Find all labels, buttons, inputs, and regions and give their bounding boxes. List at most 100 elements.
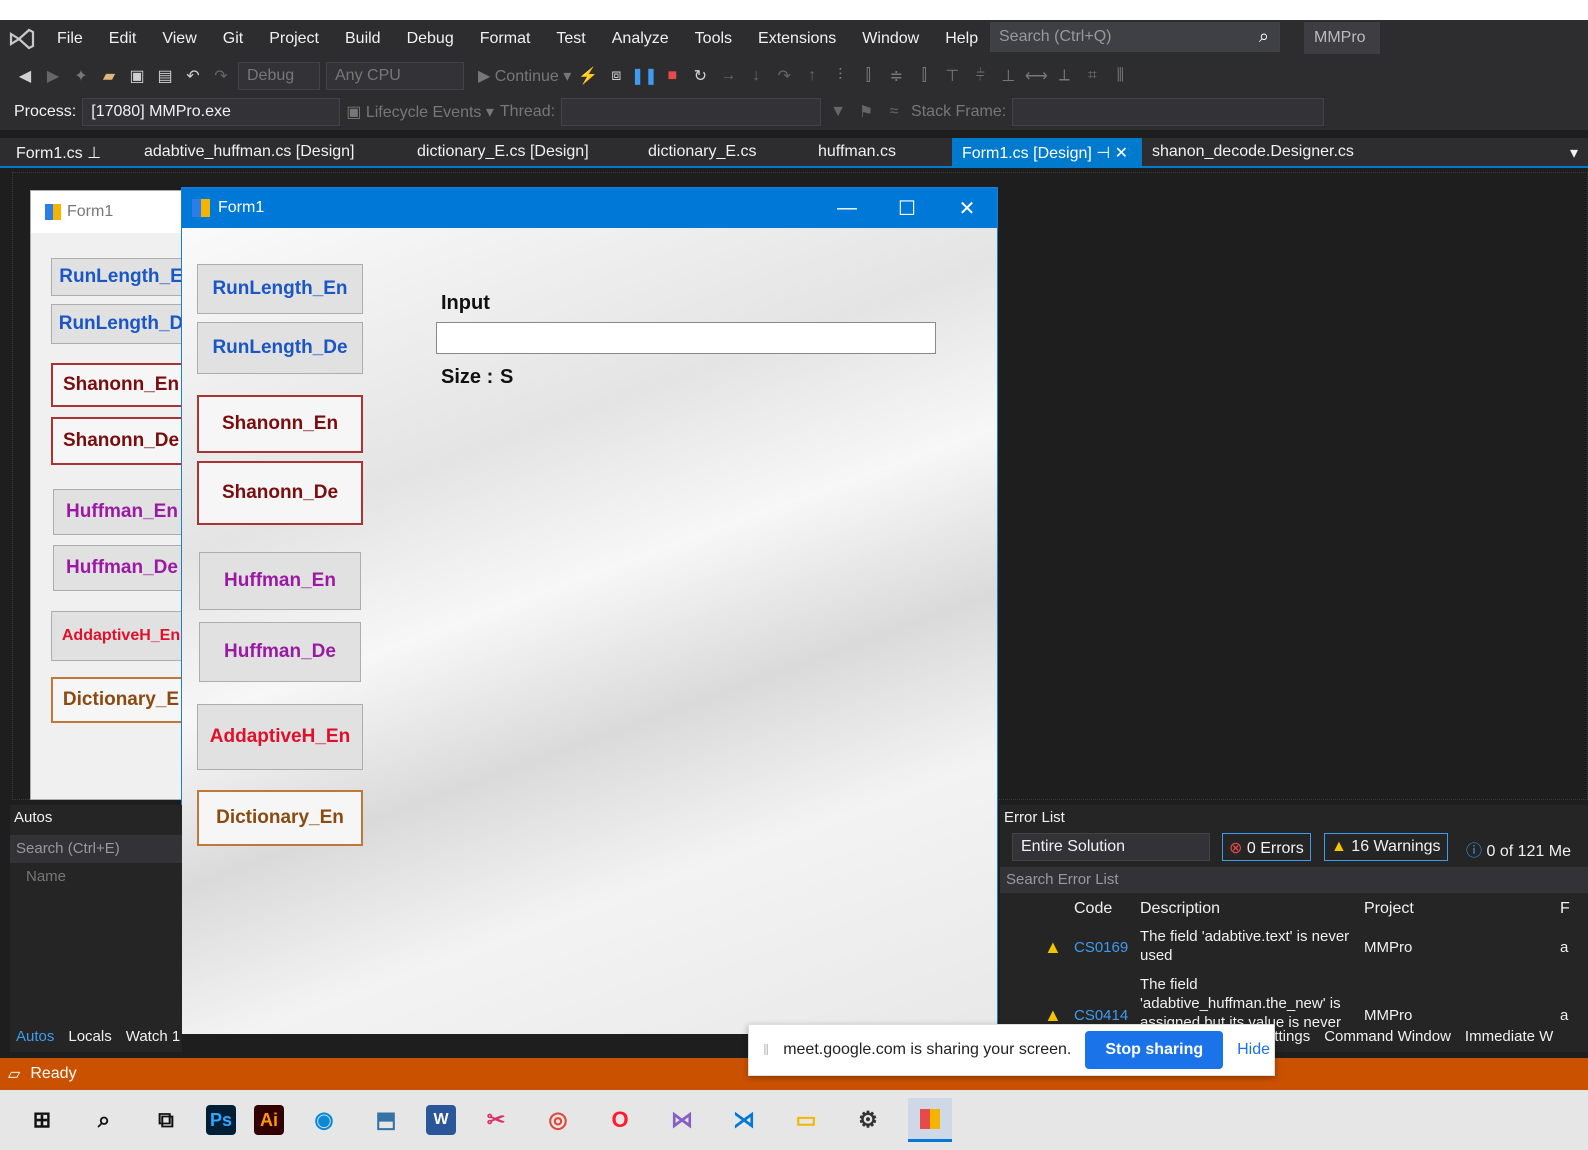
redo-icon[interactable]: ↷ (210, 65, 232, 87)
menu-build[interactable]: Build (332, 30, 394, 48)
autos-search-input[interactable]: Search (Ctrl+E) (10, 835, 182, 863)
menu-edit[interactable]: Edit (96, 30, 150, 48)
flag-icon[interactable]: ⚑ (855, 101, 877, 123)
windows-start-icon[interactable]: ⊞ (20, 1098, 64, 1142)
tab-shanon-decode-designer[interactable]: shanon_decode.Designer.cs (1142, 138, 1364, 168)
menu-view[interactable]: View (149, 30, 209, 48)
chrome-icon[interactable]: ◎ (536, 1098, 580, 1142)
configuration-dropdown[interactable]: Debug (238, 61, 320, 90)
visual-studio-logo-icon[interactable] (0, 20, 44, 57)
error-row[interactable]: ▲ CS0414 The field 'adabtive_huffman.the… (1000, 975, 1588, 1027)
undo-icon[interactable]: ↶ (182, 65, 204, 87)
align-center-icon[interactable]: ≑ (885, 65, 907, 87)
search-icon[interactable]: ⌕ (82, 1098, 126, 1142)
huffman-en-button[interactable]: Huffman_En (199, 552, 361, 610)
designer-shanonn-de-button[interactable]: Shanonn_De (51, 417, 191, 465)
hide-share-bar-button[interactable]: Hide (1237, 1041, 1270, 1059)
dictionary-en-button[interactable]: Dictionary_En (197, 790, 363, 846)
messages-filter-button[interactable]: ⓘ 0 of 121 Me (1460, 833, 1577, 861)
filter-icon[interactable]: ▼ (827, 101, 849, 123)
tab-autos[interactable]: Autos (16, 1028, 54, 1052)
col-code[interactable]: Code (1074, 900, 1112, 918)
runlength-en-button[interactable]: RunLength_En (197, 264, 363, 314)
pin-icon[interactable]: ⊣ (1096, 145, 1110, 162)
format-tools-icon[interactable]: ⫶ (829, 65, 851, 87)
open-folder-icon[interactable]: ▰ (98, 65, 120, 87)
menu-debug[interactable]: Debug (394, 30, 467, 48)
tab-huffman-cs[interactable]: huffman.cs (808, 138, 906, 168)
designer-shanonn-en-button[interactable]: Shanonn_En (51, 363, 191, 407)
back-icon[interactable]: ◀ (14, 65, 36, 87)
align-right-icon[interactable]: ⫿ (913, 65, 935, 87)
close-tab-icon[interactable]: ✕ (1115, 145, 1128, 162)
menu-analyze[interactable]: Analyze (599, 30, 682, 48)
settings-gear-icon[interactable]: ⚙ (846, 1098, 890, 1142)
errors-filter-button[interactable]: ⊗ 0 Errors (1222, 833, 1311, 861)
menu-format[interactable]: Format (467, 30, 544, 48)
menu-tools[interactable]: Tools (682, 30, 745, 48)
edge-icon[interactable]: ◉ (302, 1098, 346, 1142)
photoshop-icon[interactable]: Ps (206, 1105, 236, 1135)
size-to-grid-icon[interactable]: ⌗ (1081, 65, 1103, 87)
shanonn-de-button[interactable]: Shanonn_De (197, 461, 363, 525)
menu-project[interactable]: Project (256, 30, 332, 48)
hot-reload-icon[interactable]: ⚡ (577, 65, 599, 87)
stack-frame-dropdown[interactable] (1012, 98, 1325, 126)
make-same-height-icon[interactable]: ⟂ (1053, 65, 1075, 87)
tab-dictionary-e-design[interactable]: dictionary_E.cs [Design] (407, 138, 599, 168)
save-icon[interactable]: ▣ (126, 65, 148, 87)
tab-adabtive-huffman-design[interactable]: adabtive_huffman.cs [Design] (134, 138, 365, 168)
make-same-width-icon[interactable]: ⟷ (1025, 65, 1048, 87)
form-app-icon[interactable] (908, 1098, 952, 1142)
tab-dictionary-e-cs[interactable]: dictionary_E.cs (638, 138, 767, 168)
spacing-icon[interactable]: ⫼ (1109, 65, 1131, 87)
warnings-filter-button[interactable]: ▲ 16 Warnings (1324, 833, 1448, 861)
runlength-de-button[interactable]: RunLength_De (197, 322, 363, 374)
task-view-icon[interactable]: ⧉ (144, 1098, 188, 1142)
col-description[interactable]: Description (1140, 900, 1220, 918)
tab-overflow-icon[interactable]: ▾ (1560, 138, 1588, 168)
huffman-de-button[interactable]: Huffman_De (199, 622, 361, 682)
restart-icon[interactable]: ↻ (689, 65, 711, 87)
forward-icon[interactable]: ▶ (42, 65, 64, 87)
align-left-icon[interactable]: ⫿ (857, 65, 879, 87)
visual-studio-icon[interactable]: ⋈ (660, 1098, 704, 1142)
step-into-icon[interactable]: ↓ (745, 65, 767, 87)
drag-handle-icon[interactable]: ‖ (763, 1042, 769, 1059)
stack-toggle-icon[interactable]: ≈ (883, 101, 905, 123)
illustrator-icon[interactable]: Ai (254, 1105, 284, 1135)
show-next-statement-icon[interactable]: → (717, 65, 739, 87)
close-icon[interactable]: ✕ (937, 188, 997, 228)
quick-search-input[interactable]: Search (Ctrl+Q) ⌕ (990, 22, 1280, 52)
pause-icon[interactable]: ❚❚ (631, 65, 658, 87)
align-top-icon[interactable]: ⊤ (941, 65, 963, 87)
menu-window[interactable]: Window (849, 30, 932, 48)
form1-window[interactable]: Form1 — ☐ ✕ RunLength_En RunLength_De Sh… (181, 187, 998, 1034)
tab-form1-design[interactable]: Form1.cs [Design] ⊣ ✕ (952, 138, 1142, 168)
process-dropdown[interactable]: [17080] MMPro.exe (82, 98, 341, 126)
error-scope-dropdown[interactable]: Entire Solution (1012, 833, 1210, 861)
menu-git[interactable]: Git (210, 30, 256, 48)
input-textbox[interactable] (436, 322, 936, 354)
maximize-icon[interactable]: ☐ (877, 188, 937, 228)
error-code-link[interactable]: CS0169 (1074, 939, 1128, 956)
shanonn-en-button[interactable]: Shanonn_En (197, 395, 363, 453)
snipping-tool-icon[interactable]: ✂ (474, 1098, 518, 1142)
lifecycle-events-button[interactable]: ▣ Lifecycle Events ▾ (346, 102, 494, 122)
error-row[interactable]: ▲ CS0169 The field 'adabtive.text' is ne… (1000, 925, 1588, 975)
minimize-icon[interactable]: — (817, 188, 877, 228)
tab-locals[interactable]: Locals (68, 1028, 111, 1052)
opera-icon[interactable]: O (598, 1098, 642, 1142)
addaptiveh-en-button[interactable]: AddaptiveH_En (197, 704, 363, 770)
step-over-icon[interactable]: ↷ (773, 65, 795, 87)
save-all-icon[interactable]: ▤ (154, 65, 176, 87)
designer-huffman-de-button[interactable]: Huffman_De (53, 545, 191, 591)
designer-runlength-d-button[interactable]: RunLength_D (51, 304, 191, 344)
platform-dropdown[interactable]: Any CPU (326, 61, 464, 90)
stop-icon[interactable]: ■ (661, 65, 683, 87)
designer-form[interactable]: Form1 RunLength_E RunLength_D Shanonn_En… (30, 190, 191, 800)
designer-huffman-en-button[interactable]: Huffman_En (53, 489, 191, 535)
menu-extensions[interactable]: Extensions (745, 30, 849, 48)
file-explorer-icon[interactable]: ▭ (784, 1098, 828, 1142)
step-out-icon[interactable]: ↑ (801, 65, 823, 87)
